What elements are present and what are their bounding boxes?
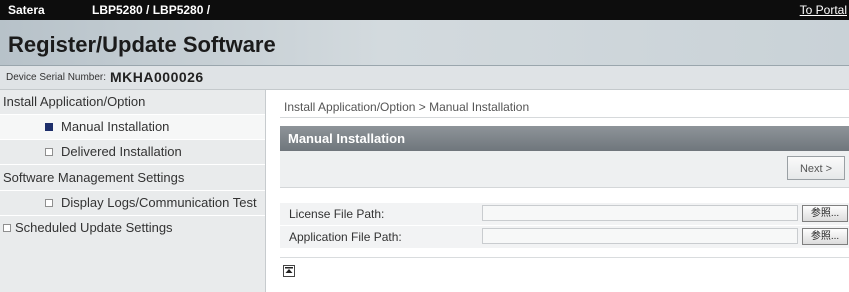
license-browse-button[interactable]: 参照... — [802, 205, 848, 222]
page-title: Register/Update Software — [8, 32, 276, 57]
application-file-label: Application File Path: — [289, 230, 402, 244]
sidebar-item-label: Manual Installation — [61, 119, 170, 134]
sidebar-item-delivered-installation[interactable]: Delivered Installation — [0, 140, 265, 165]
sidebar-item-label: Delivered Installation — [61, 144, 182, 159]
sidebar-item-display-logs[interactable]: Display Logs/Communication Test — [0, 191, 265, 216]
next-button[interactable]: Next > — [787, 156, 845, 180]
license-file-label: License File Path: — [289, 207, 385, 221]
divider — [280, 257, 849, 258]
title-bar: Register/Update Software — [0, 20, 849, 66]
serial-value: MKHA000026 — [110, 69, 204, 85]
sidebar-item-label: Scheduled Update Settings — [15, 220, 173, 235]
serial-label: Device Serial Number: — [6, 72, 107, 83]
application-file-path-input[interactable] — [482, 228, 798, 244]
sidebar-group-label: Install Application/Option — [3, 94, 146, 109]
sidebar-item-label: Display Logs/Communication Test — [61, 195, 257, 210]
divider — [280, 117, 849, 118]
panel-header: Manual Installation — [280, 126, 849, 151]
hollow-square-bullet-icon — [3, 224, 11, 232]
license-file-row: License File Path: 参照... — [280, 203, 849, 226]
sidebar-group-label: Software Management Settings — [3, 170, 185, 185]
sidebar-group-software-management: Software Management Settings — [0, 166, 265, 191]
back-to-top-button[interactable] — [283, 265, 295, 277]
device-serial-bar: Device Serial Number: MKHA000026 — [0, 66, 849, 90]
arrow-up-to-top-icon — [285, 267, 293, 273]
sidebar-group-install: Install Application/Option — [0, 90, 265, 115]
to-portal-link[interactable]: To Portal — [800, 3, 847, 17]
application-file-row: Application File Path: 参照... — [280, 226, 849, 249]
panel-toolbar: Next > — [280, 151, 849, 188]
sidebar-item-manual-installation[interactable]: Manual Installation — [0, 115, 265, 140]
brand-name: Satera — [8, 3, 45, 17]
sidebar-item-scheduled-update[interactable]: Scheduled Update Settings — [0, 216, 265, 240]
device-model: LBP5280 / LBP5280 / — [92, 3, 211, 17]
top-bar: Satera LBP5280 / LBP5280 / To Portal — [0, 0, 849, 20]
application-browse-button[interactable]: 参照... — [802, 228, 848, 245]
panel-title: Manual Installation — [288, 131, 406, 146]
hollow-square-bullet-icon — [45, 199, 53, 207]
sidebar: Install Application/Option Manual Instal… — [0, 90, 266, 292]
breadcrumb: Install Application/Option > Manual Inst… — [284, 100, 530, 114]
main-content: Install Application/Option > Manual Inst… — [266, 90, 849, 292]
hollow-square-bullet-icon — [45, 148, 53, 156]
filled-square-bullet-icon — [45, 123, 53, 131]
license-file-path-input[interactable] — [482, 205, 798, 221]
